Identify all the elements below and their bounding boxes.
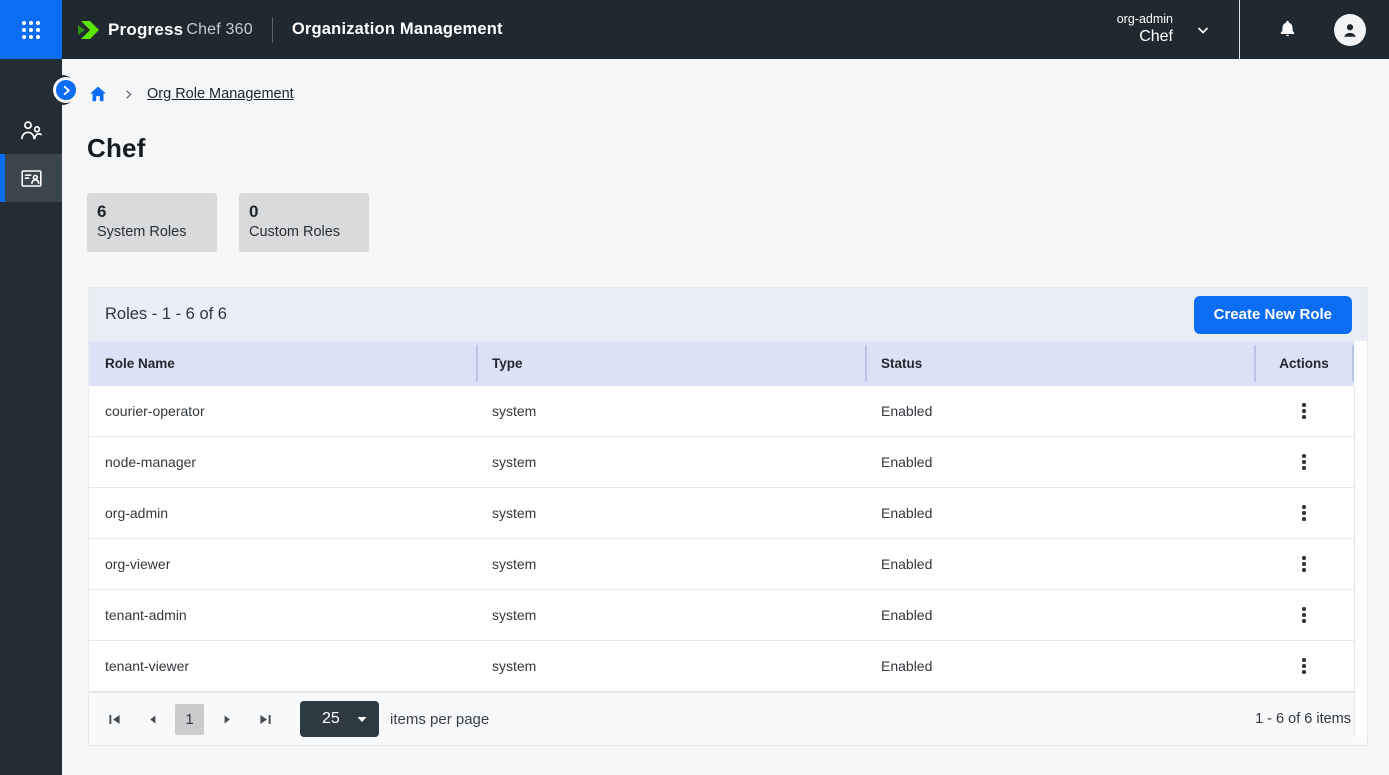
- chevron-down-icon: [1195, 22, 1211, 38]
- table-row: tenant-admin system Enabled: [89, 590, 1354, 641]
- brand-product-text: Chef 360: [186, 21, 253, 39]
- column-header-status[interactable]: Status: [865, 341, 1254, 386]
- sidebar-expand-button[interactable]: [56, 80, 76, 100]
- cell-type: system: [476, 505, 865, 521]
- cell-role-name: node-manager: [89, 454, 476, 470]
- row-actions-kebab-icon[interactable]: [1294, 652, 1314, 680]
- table-toolbar: Roles - 1 - 6 of 6 Create New Role: [89, 288, 1367, 341]
- cell-status: Enabled: [865, 454, 1254, 470]
- cell-role-name: tenant-viewer: [89, 658, 476, 674]
- id-card-icon: [19, 166, 44, 191]
- system-roles-card: 6 System Roles: [87, 193, 217, 252]
- page-title: Chef: [87, 133, 1389, 164]
- create-new-role-button[interactable]: Create New Role: [1194, 296, 1352, 334]
- system-roles-label: System Roles: [97, 222, 207, 242]
- notifications-button[interactable]: [1240, 0, 1334, 59]
- cell-role-name: courier-operator: [89, 403, 476, 419]
- row-actions-kebab-icon[interactable]: [1294, 601, 1314, 629]
- table-row: courier-operator system Enabled: [89, 386, 1354, 437]
- org-switcher[interactable]: org-admin Chef: [1117, 12, 1211, 47]
- cell-type: system: [476, 454, 865, 470]
- grid-dots-icon: [19, 18, 43, 42]
- cell-type: system: [476, 403, 865, 419]
- cell-type: system: [476, 607, 865, 623]
- row-actions-kebab-icon[interactable]: [1294, 499, 1314, 527]
- user-role-label: org-admin: [1117, 12, 1173, 27]
- home-icon: [88, 84, 108, 104]
- cell-role-name: org-admin: [89, 505, 476, 521]
- chevron-right-icon: [221, 713, 234, 726]
- sidebar-nav: [0, 59, 62, 775]
- breadcrumb-current-link[interactable]: Org Role Management: [147, 86, 294, 102]
- system-roles-count: 6: [97, 201, 207, 222]
- cell-type: system: [476, 556, 865, 572]
- table-title: Roles - 1 - 6 of 6: [105, 305, 227, 324]
- chevron-down-icon: [357, 716, 367, 723]
- chevron-right-icon: [61, 85, 72, 96]
- table-row: node-manager system Enabled: [89, 437, 1354, 488]
- sidebar-item-org-roles[interactable]: [0, 154, 62, 202]
- table-row: org-admin system Enabled: [89, 488, 1354, 539]
- breadcrumb-home[interactable]: [88, 84, 108, 104]
- column-header-actions: Actions: [1254, 341, 1354, 386]
- chevron-right-icon: [122, 88, 135, 101]
- cell-role-name: org-viewer: [89, 556, 476, 572]
- account-avatar[interactable]: [1334, 14, 1366, 46]
- last-page-button[interactable]: [250, 704, 280, 734]
- cell-status: Enabled: [865, 658, 1254, 674]
- stat-cards: 6 System Roles 0 Custom Roles: [87, 193, 1389, 252]
- table-header-row: Role Name Type Status Actions: [89, 341, 1354, 386]
- items-per-page-label: items per page: [390, 711, 489, 728]
- user-org-label: Chef: [1117, 27, 1173, 47]
- cell-status: Enabled: [865, 556, 1254, 572]
- cell-type: system: [476, 658, 865, 674]
- page-size-value: 25: [322, 710, 340, 728]
- brand-progress-text: Progress: [108, 20, 183, 40]
- table-pager: 1 25 items per page 1 - 6 of 6 items: [89, 692, 1367, 745]
- first-page-icon: [107, 712, 122, 727]
- brand-logo: Progress Chef 360: [77, 19, 253, 41]
- pager-info: 1 - 6 of 6 items: [1255, 711, 1351, 727]
- cell-role-name: tenant-admin: [89, 607, 476, 623]
- custom-roles-label: Custom Roles: [249, 222, 359, 242]
- column-header-type[interactable]: Type: [476, 341, 865, 386]
- row-actions-kebab-icon[interactable]: [1294, 397, 1314, 425]
- row-actions-kebab-icon[interactable]: [1294, 550, 1314, 578]
- cell-status: Enabled: [865, 505, 1254, 521]
- app-title: Organization Management: [292, 20, 503, 39]
- apps-grid-icon[interactable]: [0, 0, 62, 59]
- page-number-button[interactable]: 1: [175, 704, 204, 735]
- row-actions-kebab-icon[interactable]: [1294, 448, 1314, 476]
- brand-title-divider: [272, 17, 273, 43]
- custom-roles-count: 0: [249, 201, 359, 222]
- table-row: tenant-viewer system Enabled: [89, 641, 1354, 692]
- first-page-button[interactable]: [99, 704, 129, 734]
- sidebar-item-users[interactable]: [0, 106, 62, 154]
- selected-indicator: [0, 154, 5, 202]
- bell-icon: [1276, 18, 1299, 41]
- progress-logo-icon: [77, 19, 101, 41]
- main-content: Org Role Management Chef 6 System Roles …: [62, 59, 1389, 775]
- chevron-left-icon: [146, 713, 159, 726]
- cell-status: Enabled: [865, 403, 1254, 419]
- page-size-select[interactable]: 25: [300, 701, 379, 737]
- table-row: org-viewer system Enabled: [89, 539, 1354, 590]
- next-page-button[interactable]: [212, 704, 242, 734]
- custom-roles-card: 0 Custom Roles: [239, 193, 369, 252]
- roles-table: Roles - 1 - 6 of 6 Create New Role Role …: [88, 287, 1368, 746]
- last-page-icon: [258, 712, 273, 727]
- previous-page-button[interactable]: [137, 704, 167, 734]
- table-scrollbar-track[interactable]: [1354, 386, 1367, 737]
- column-header-role-name[interactable]: Role Name: [89, 341, 476, 386]
- table-body: courier-operator system Enabled node-man…: [89, 386, 1367, 692]
- breadcrumb: Org Role Management: [88, 84, 1389, 104]
- person-icon: [1339, 19, 1361, 41]
- top-bar: Progress Chef 360 Organization Managemen…: [0, 0, 1389, 59]
- users-icon: [18, 117, 45, 144]
- cell-status: Enabled: [865, 607, 1254, 623]
